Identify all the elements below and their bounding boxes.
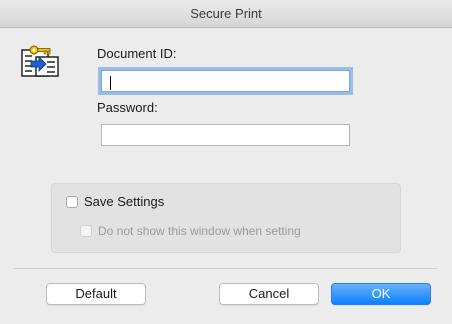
default-button[interactable]: Default bbox=[46, 283, 146, 305]
save-settings-row[interactable]: Save Settings bbox=[66, 194, 164, 209]
window-title: Secure Print bbox=[0, 0, 452, 28]
text-caret bbox=[110, 76, 111, 90]
document-id-field[interactable] bbox=[101, 70, 350, 92]
ok-button[interactable]: OK bbox=[331, 283, 431, 305]
document-id-label: Document ID: bbox=[97, 46, 177, 61]
password-label: Password: bbox=[97, 100, 158, 115]
cancel-button[interactable]: Cancel bbox=[219, 283, 319, 305]
save-settings-checkbox[interactable] bbox=[66, 195, 78, 208]
secure-print-icon bbox=[20, 44, 60, 80]
dont-show-checkbox bbox=[80, 225, 92, 237]
dont-show-label: Do not show this window when setting bbox=[98, 224, 301, 238]
save-settings-label: Save Settings bbox=[84, 194, 165, 209]
dont-show-row: Do not show this window when setting bbox=[80, 224, 301, 238]
secure-print-dialog: Secure Print Document ID: Password: Save… bbox=[0, 0, 452, 324]
divider bbox=[14, 268, 438, 269]
settings-group: Save Settings Do not show this window wh… bbox=[51, 183, 401, 253]
password-field[interactable] bbox=[101, 124, 350, 146]
